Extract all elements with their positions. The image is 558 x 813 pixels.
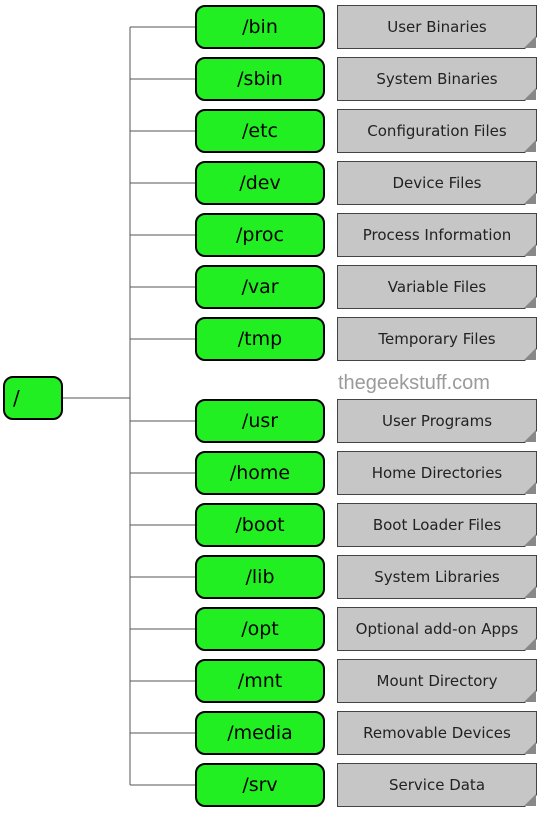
watermark: thegeekstuff.com [338,372,490,395]
dir-row: /boot Boot Loader Files [195,502,537,548]
dir-node: /etc [195,109,325,153]
desc-note: System Binaries [337,57,537,101]
dir-row: /media Removable Devices [195,710,537,756]
desc-note: Boot Loader Files [337,503,537,547]
dir-node: /sbin [195,57,325,101]
dir-row: /mnt Mount Directory [195,658,537,704]
desc-note: Optional add-on Apps [337,607,537,651]
desc-note: Service Data [337,763,537,807]
desc-note: Device Files [337,161,537,205]
dir-row: /srv Service Data [195,762,537,808]
dir-row: /opt Optional add-on Apps [195,606,537,652]
dir-row: /proc Process Information [195,212,537,258]
root-node: / [3,376,63,420]
dir-node: /bin [195,5,325,49]
dir-row: /home Home Directories [195,450,537,496]
desc-note: Temporary Files [337,317,537,361]
dir-node: /lib [195,555,325,599]
filesystem-diagram: / /binUser Binaries/sbinSystem Binaries/… [0,0,558,813]
desc-note: User Binaries [337,5,537,49]
dir-node: /var [195,265,325,309]
dir-node: /home [195,451,325,495]
desc-note: Process Information [337,213,537,257]
dir-row: /var Variable Files [195,264,537,310]
root-label: / [13,386,20,410]
dir-node: /opt [195,607,325,651]
desc-note: Configuration Files [337,109,537,153]
dir-node: /media [195,711,325,755]
dir-node: /srv [195,763,325,807]
dir-row: /dev Device Files [195,160,537,206]
dir-node: /proc [195,213,325,257]
dir-node: /usr [195,399,325,443]
desc-note: Removable Devices [337,711,537,755]
dir-row: /sbin System Binaries [195,56,537,102]
dir-row: /tmp Temporary Files [195,316,537,362]
desc-note: Variable Files [337,265,537,309]
dir-row: /lib System Libraries [195,554,537,600]
desc-note: Mount Directory [337,659,537,703]
desc-note: User Programs [337,399,537,443]
dir-node: /dev [195,161,325,205]
dir-node: /tmp [195,317,325,361]
desc-note: System Libraries [337,555,537,599]
dir-node: /mnt [195,659,325,703]
dir-row: /etc Configuration Files [195,108,537,154]
dir-row: /usr User Programs [195,398,537,444]
desc-note: Home Directories [337,451,537,495]
dir-node: /boot [195,503,325,547]
dir-row: /bin User Binaries [195,4,537,50]
